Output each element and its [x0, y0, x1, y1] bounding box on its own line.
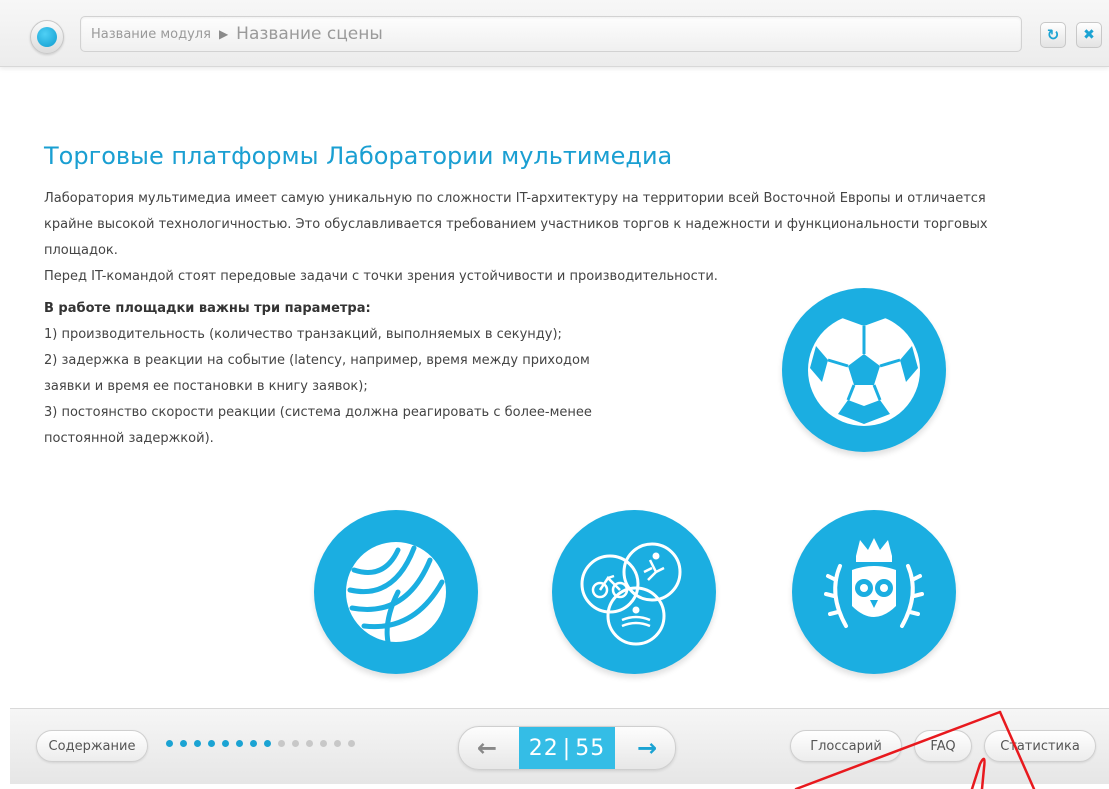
breadcrumb: Название модуля ▶ Название сцены — [80, 16, 1022, 52]
faq-button[interactable]: FAQ — [914, 730, 972, 762]
page-separator: | — [562, 735, 572, 761]
params-line: заявки и время ее постановки в книгу зая… — [44, 379, 368, 394]
triathlon-button[interactable] — [552, 510, 716, 674]
owl-crown-icon — [824, 538, 924, 628]
refresh-button[interactable]: ↻ — [1040, 22, 1066, 48]
progress-dot — [250, 740, 257, 747]
progress-dot — [180, 740, 187, 747]
progress-dot — [278, 740, 285, 747]
page-current: 22 — [528, 735, 559, 761]
progress-dot — [264, 740, 271, 747]
params-line: 2) задержка в реакции на событие (latenc… — [44, 353, 590, 368]
soccer-ball-icon — [808, 314, 920, 426]
intro-line: Перед IT-командой стоят передовые задачи… — [44, 269, 718, 284]
next-button[interactable]: → — [627, 733, 667, 763]
page-navigator: ← 22 | 55 → — [458, 726, 676, 770]
page-counter: 22 | 55 — [519, 727, 615, 769]
arrow-left-icon: ← — [476, 734, 498, 762]
progress-dot — [306, 740, 313, 747]
close-icon: ✖ — [1083, 27, 1095, 43]
params-line: 1) производительность (количество транза… — [44, 327, 562, 342]
refresh-icon: ↻ — [1046, 26, 1060, 44]
progress-dot — [222, 740, 229, 747]
owl-button[interactable] — [792, 510, 956, 674]
breadcrumb-separator-icon: ▶ — [218, 27, 229, 41]
progress-dot — [334, 740, 341, 747]
params-line: 3) постоянство скорости реакции (система… — [44, 405, 592, 420]
intro-line: площадок. — [44, 243, 118, 258]
page-title: Торговые платформы Лаборатории мультимед… — [44, 142, 673, 170]
intro-line: крайне высокой технологичностью. Это обу… — [44, 217, 988, 232]
intro-line: Лаборатория мультимедиа имеет самую уник… — [44, 191, 986, 206]
progress-dot — [320, 740, 327, 747]
progress-dot — [292, 740, 299, 747]
intro-text: Лаборатория мультимедиа имеет самую уник… — [44, 186, 1044, 290]
breadcrumb-scene: Название сцены — [236, 24, 383, 44]
progress-dot — [166, 740, 173, 747]
params-heading: В работе площадки важны три параметра: — [44, 301, 371, 316]
progress-dots — [166, 740, 355, 747]
params-text: В работе площадки важны три параметра: 1… — [44, 296, 644, 452]
volleyball-button[interactable] — [314, 510, 478, 674]
volleyball-icon — [346, 542, 446, 645]
arrow-right-icon: → — [636, 734, 658, 762]
top-bar: Название модуля ▶ Название сцены ↻ ✖ — [0, 0, 1109, 67]
close-button[interactable]: ✖ — [1076, 22, 1102, 48]
page-total: 55 — [575, 735, 606, 761]
params-line: постоянной задержкой). — [44, 431, 214, 446]
triathlon-icon — [580, 542, 682, 646]
progress-dot — [208, 740, 215, 747]
progress-dot — [194, 740, 201, 747]
stats-button[interactable]: Статистика — [984, 730, 1096, 762]
glossary-button[interactable]: Глоссарий — [790, 730, 902, 762]
home-icon — [37, 27, 57, 47]
soccer-ball-button[interactable] — [782, 288, 946, 452]
home-button[interactable] — [30, 20, 64, 54]
prev-button[interactable]: ← — [467, 733, 507, 763]
progress-dot — [348, 740, 355, 747]
breadcrumb-module[interactable]: Название модуля — [91, 27, 211, 42]
progress-dot — [236, 740, 243, 747]
contents-button[interactable]: Содержание — [36, 730, 148, 762]
